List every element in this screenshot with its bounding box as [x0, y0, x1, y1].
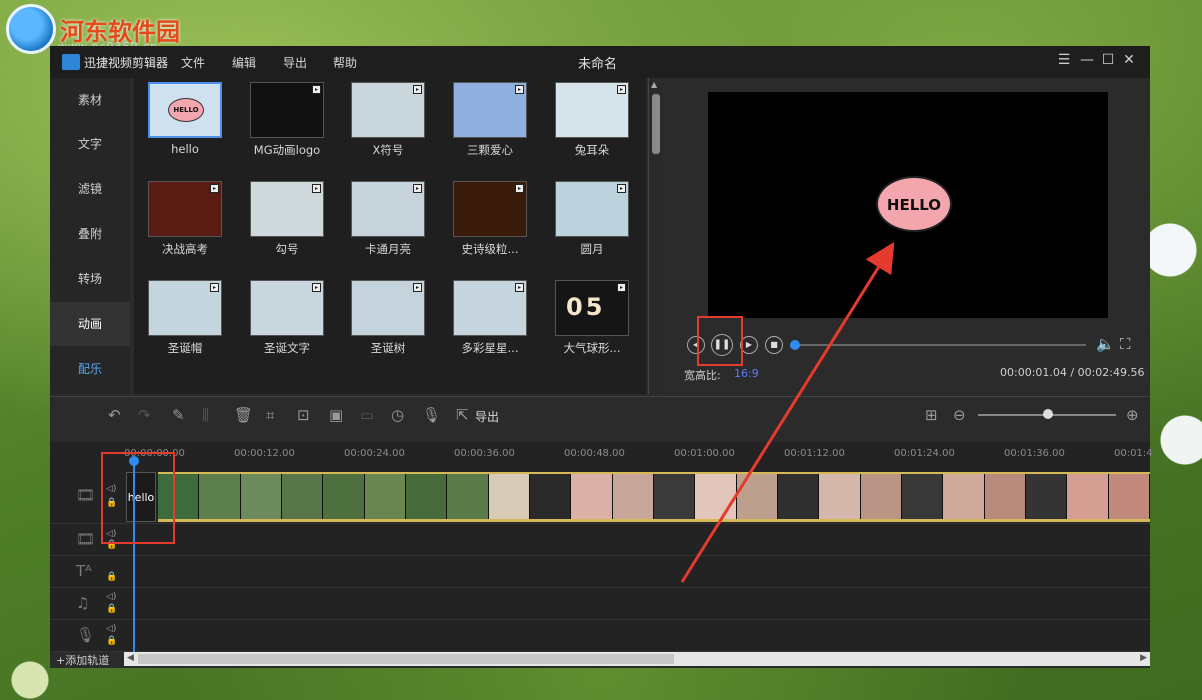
- annotation-arrow: [680, 241, 895, 583]
